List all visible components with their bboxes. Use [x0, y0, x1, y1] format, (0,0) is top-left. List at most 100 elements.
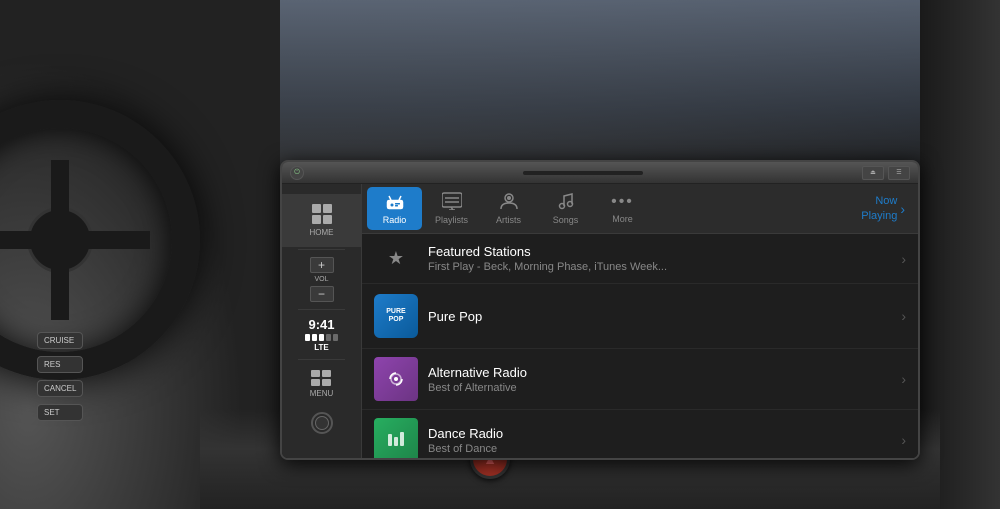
menu-sq-1: [311, 370, 320, 377]
list-item-pure-pop[interactable]: PURE POP Pure Pop ›: [362, 284, 918, 349]
pure-pop-logo-line2: POP: [389, 316, 404, 324]
eject-button[interactable]: ⏏: [862, 166, 884, 180]
pure-pop-logo: PURE POP: [374, 294, 418, 338]
station-list: ★ Featured Stations First Play - Beck, M…: [362, 234, 918, 458]
list-item-featured[interactable]: ★ Featured Stations First Play - Beck, M…: [362, 234, 918, 284]
set-btn[interactable]: SET: [37, 404, 83, 421]
now-playing-line1: Now: [861, 194, 897, 208]
dance-radio-thumbnail: [374, 418, 418, 458]
home-circle-button[interactable]: [311, 412, 333, 434]
now-playing-chevron-icon: ›: [900, 201, 905, 217]
menu-grid-icon: [311, 370, 333, 386]
disc-slot: [523, 171, 643, 175]
cruise-label: CRUISE: [37, 332, 83, 349]
power-button[interactable]: ⏻: [290, 166, 304, 180]
home-grid-icon: [312, 204, 332, 224]
playlists-svg-icon: [442, 192, 462, 210]
dashboard: CRUISE RES CANCEL SET ▲ ⏻ ⏏ ☰: [0, 0, 1000, 509]
radio-icon-wrapper: [384, 192, 406, 212]
divider-2: [298, 309, 345, 310]
tab-playlists[interactable]: Playlists: [424, 187, 479, 230]
alt-radio-title: Alternative Radio: [428, 365, 891, 380]
songs-icon: [556, 192, 576, 212]
radio-icon: [384, 192, 406, 210]
divider-1: [298, 249, 345, 250]
more-icon: •••: [611, 193, 634, 211]
alt-radio-info: Alternative Radio Best of Alternative: [428, 365, 891, 394]
tab-radio-label: Radio: [383, 215, 407, 225]
dance-radio-thumb-icon: [384, 428, 408, 452]
alt-radio-subtitle: Best of Alternative: [428, 382, 891, 394]
alt-radio-chevron-icon: ›: [901, 371, 906, 387]
bar-4: [326, 334, 331, 341]
home-label: HOME: [310, 228, 334, 237]
res-btn[interactable]: RES: [37, 356, 83, 373]
menu-sq-4: [322, 379, 331, 386]
tab-more-label: More: [612, 214, 633, 224]
head-unit: ⏻ ⏏ ☰ HOME +: [280, 160, 920, 460]
sidebar: HOME + VOL − 9:41: [282, 184, 362, 458]
tab-radio[interactable]: Radio: [367, 187, 422, 230]
tab-songs[interactable]: Songs: [538, 187, 593, 230]
menu-label: MENU: [310, 389, 334, 398]
tab-artists-label: Artists: [496, 215, 521, 225]
dance-radio-chevron-icon: ›: [901, 432, 906, 448]
menu-row-2: [311, 379, 333, 386]
featured-title: Featured Stations: [428, 244, 891, 259]
divider-3: [298, 359, 345, 360]
home-circle-inner: [315, 416, 329, 430]
list-item-alt-radio[interactable]: Alternative Radio Best of Alternative ›: [362, 349, 918, 410]
tab-more[interactable]: ••• More: [595, 188, 650, 229]
bar-1: [305, 334, 310, 341]
spoke-vertical: [51, 160, 69, 320]
now-playing-line2: Playing: [861, 209, 897, 223]
songs-svg-icon: [556, 192, 576, 210]
tab-artists[interactable]: Artists: [481, 187, 536, 230]
pure-pop-info: Pure Pop: [428, 309, 891, 324]
status-area: 9:41 LTE: [300, 312, 343, 357]
featured-chevron-icon: ›: [901, 251, 906, 267]
featured-subtitle: First Play - Beck, Morning Phase, iTunes…: [428, 261, 891, 273]
cruise-controls: CRUISE RES CANCEL SET: [20, 340, 85, 423]
lte-badge: LTE: [305, 343, 338, 352]
featured-info: Featured Stations First Play - Beck, Mor…: [428, 244, 891, 273]
steering-wheel: [0, 100, 200, 380]
nav-tabs-bar: Radio Playlis: [362, 184, 918, 234]
cancel-btn[interactable]: CANCEL: [37, 380, 83, 397]
menu-sq-2: [322, 370, 331, 377]
featured-star-icon: ★: [374, 248, 418, 269]
alt-radio-thumb-icon: [384, 367, 408, 391]
pure-pop-logo-line1: PURE: [386, 308, 405, 316]
spoke-horizontal: [0, 231, 150, 249]
volume-section: + VOL −: [282, 252, 361, 307]
bar-5: [333, 334, 338, 341]
dance-radio-title: Dance Radio: [428, 426, 891, 441]
sidebar-item-menu[interactable]: MENU: [282, 362, 361, 406]
pure-pop-title: Pure Pop: [428, 309, 891, 324]
now-playing-text: Now Playing: [861, 194, 897, 223]
menu-bezel-button[interactable]: ☰: [888, 166, 910, 180]
vol-label: VOL: [314, 276, 328, 283]
bezel-top-bar: ⏻ ⏏ ☰: [282, 162, 918, 184]
tab-songs-label: Songs: [553, 215, 579, 225]
menu-row-1: [311, 370, 333, 377]
bar-3: [319, 334, 324, 341]
pure-pop-chevron-icon: ›: [901, 308, 906, 324]
dance-radio-subtitle: Best of Dance: [428, 443, 891, 455]
tab-playlists-label: Playlists: [435, 215, 468, 225]
artists-svg-icon: [499, 192, 519, 210]
bezel-right-buttons: ⏏ ☰: [862, 166, 910, 180]
signal-bars: [305, 334, 338, 341]
bar-2: [312, 334, 317, 341]
now-playing-button[interactable]: Now Playing ›: [853, 189, 913, 228]
dance-radio-info: Dance Radio Best of Dance: [428, 426, 891, 455]
artists-icon: [499, 192, 519, 212]
playlists-icon: [442, 192, 462, 212]
list-item-dance-radio[interactable]: Dance Radio Best of Dance ›: [362, 410, 918, 458]
menu-sq-3: [311, 379, 320, 386]
main-content: Radio Playlis: [362, 184, 918, 458]
volume-down-button[interactable]: −: [310, 286, 334, 302]
sidebar-item-home[interactable]: HOME: [282, 194, 361, 247]
time-display: 9:41: [305, 317, 338, 332]
volume-up-button[interactable]: +: [310, 257, 334, 273]
